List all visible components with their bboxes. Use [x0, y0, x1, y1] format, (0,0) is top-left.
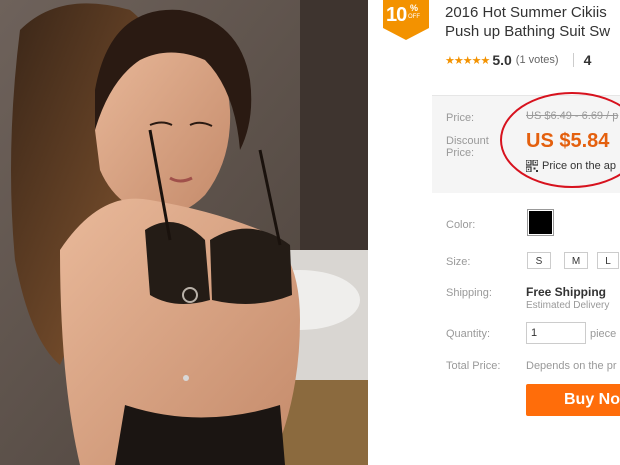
- quantity-label: Quantity:: [446, 328, 491, 340]
- total-price-label: Total Price:: [446, 360, 501, 372]
- rating-value: 5.0: [492, 52, 512, 68]
- discount-badge: 10 % OFF: [383, 0, 429, 40]
- app-price-text: Price on the ap: [542, 160, 616, 172]
- badge-percent-sign: %: [410, 3, 419, 13]
- star-rating-icon: ★★★★★: [445, 54, 490, 67]
- orders-count: 4: [583, 52, 592, 68]
- size-option-m[interactable]: M: [564, 252, 588, 269]
- qr-code-icon: [526, 160, 538, 172]
- discount-price-label-line2: Price:: [446, 147, 475, 159]
- original-price: US $6.49 - 6.69 / p: [526, 110, 619, 122]
- rating-votes-link[interactable]: (1 votes): [516, 54, 559, 66]
- rating-row: ★★★★★ 5.0 (1 votes) 4: [445, 52, 591, 68]
- product-image[interactable]: [0, 0, 368, 465]
- shipping-label: Shipping:: [446, 287, 492, 299]
- shipping-estimate: Estimated Delivery: [526, 300, 610, 311]
- product-photo-illustration: [0, 0, 368, 465]
- quantity-input[interactable]: [526, 322, 586, 344]
- quantity-unit: piece: [590, 328, 617, 340]
- color-swatch-black[interactable]: [527, 209, 554, 236]
- product-title[interactable]: 2016 Hot Summer Cikiis Push up Bathing S…: [445, 3, 620, 41]
- size-option-l[interactable]: L: [597, 252, 619, 269]
- shipping-method[interactable]: Free Shipping: [526, 285, 606, 299]
- color-swatch-fill: [529, 211, 552, 234]
- color-label: Color:: [446, 219, 476, 231]
- badge-percent-value: 10: [386, 4, 407, 26]
- price-label: Price:: [446, 112, 475, 124]
- badge-off-label: OFF: [408, 14, 420, 20]
- buy-now-button[interactable]: Buy No: [526, 384, 620, 416]
- product-title-line1: 2016 Hot Summer Cikiis: [445, 4, 607, 21]
- total-price-value: Depends on the pr: [526, 360, 617, 372]
- size-label: Size:: [446, 256, 471, 268]
- size-option-s[interactable]: S: [527, 252, 551, 269]
- rating-divider: [572, 53, 574, 67]
- discount-price: US $5.84: [526, 130, 610, 152]
- product-title-line2: Push up Bathing Suit Sw: [445, 23, 611, 40]
- discount-price-label-line1: Discount: [446, 135, 489, 147]
- app-price-link[interactable]: Price on the ap: [526, 160, 616, 172]
